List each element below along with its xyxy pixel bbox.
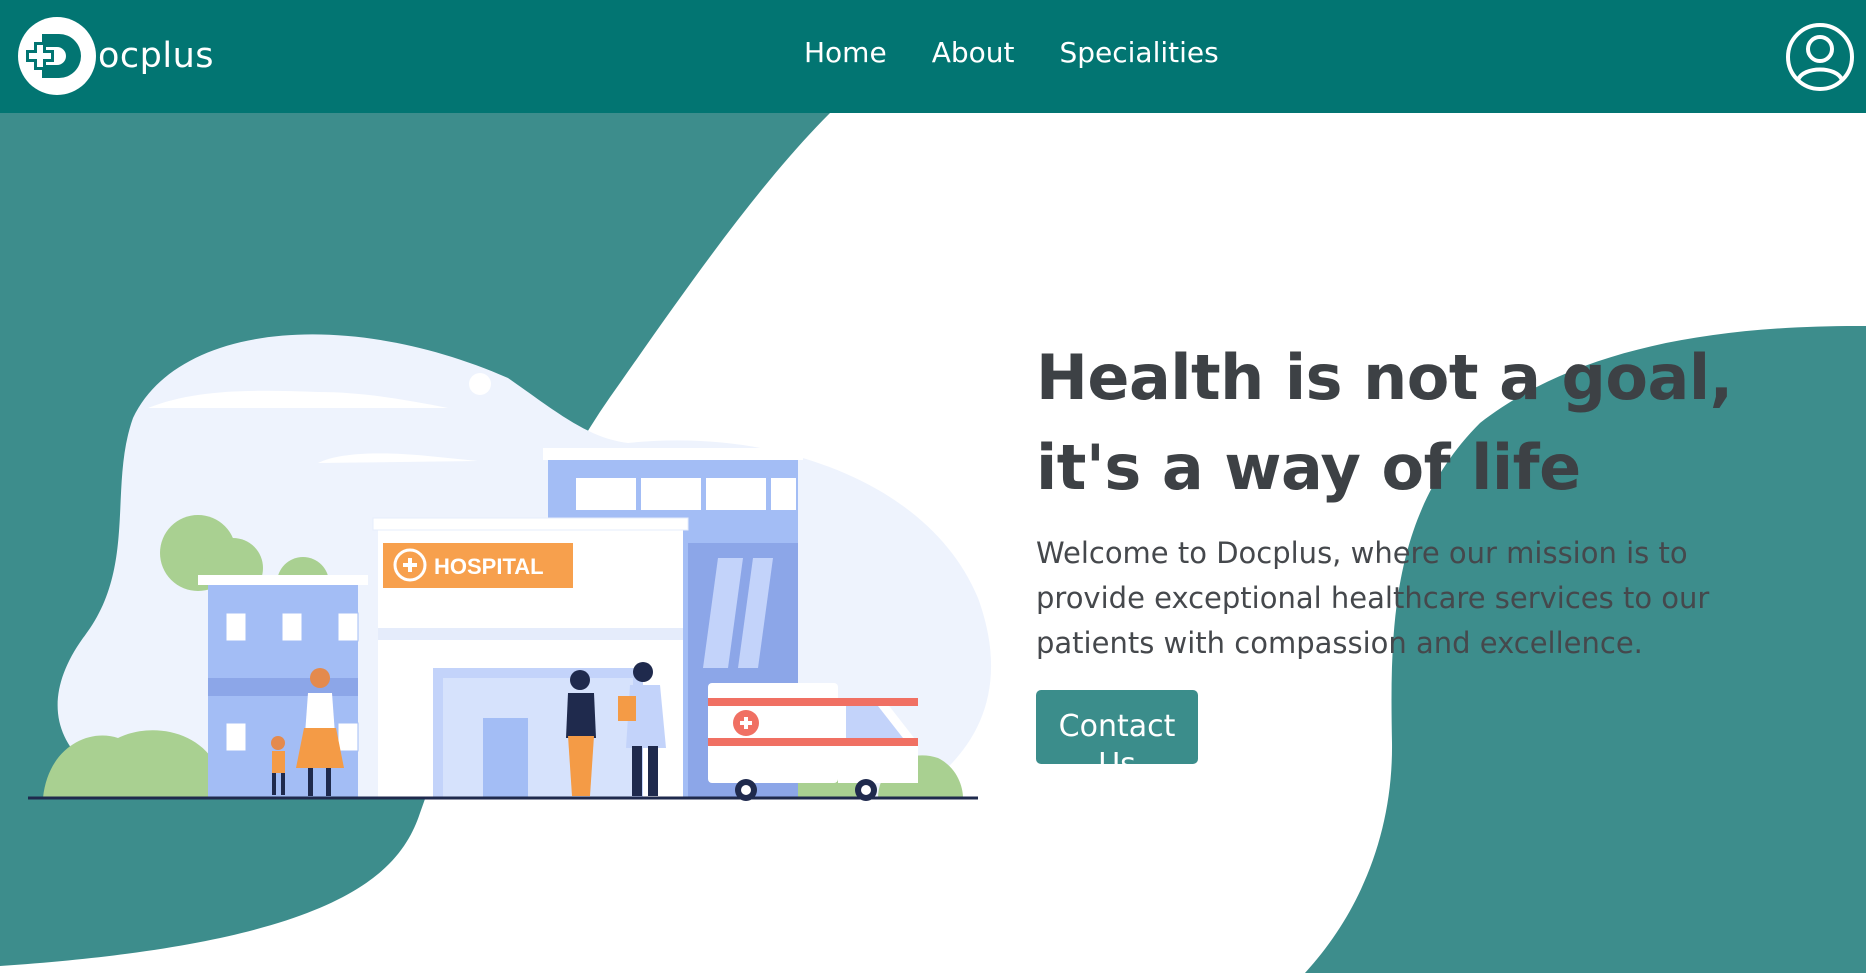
top-navbar: ocplus Home About Specialities [0,0,1866,113]
hero-headline: Health is not a goal, it's a way of life [1036,341,1733,504]
nav-specialities-link[interactable]: Specialities [1059,36,1218,69]
hospital-illustration: HOSPITAL [28,334,992,801]
main-nav: Home About Specialities [804,36,1219,69]
docplus-logo-icon [18,17,96,95]
brand[interactable]: ocplus [18,17,214,95]
hero-section: HOSPITAL Health is not a goal, it's a wa… [0,113,1866,973]
hero-subtext: Welcome to Docplus, where our mission is… [1036,536,1710,660]
brand-name: ocplus [98,36,215,76]
contact-us-button[interactable]: Contact Us [1036,690,1198,782]
hero-text-block: Health is not a goal, it's a way of life… [1036,333,1826,782]
nav-home-link[interactable]: Home [804,36,887,69]
hospital-sign-text: HOSPITAL [434,554,544,579]
nav-about-link[interactable]: About [932,36,1015,69]
user-circle-icon[interactable] [1785,22,1855,92]
